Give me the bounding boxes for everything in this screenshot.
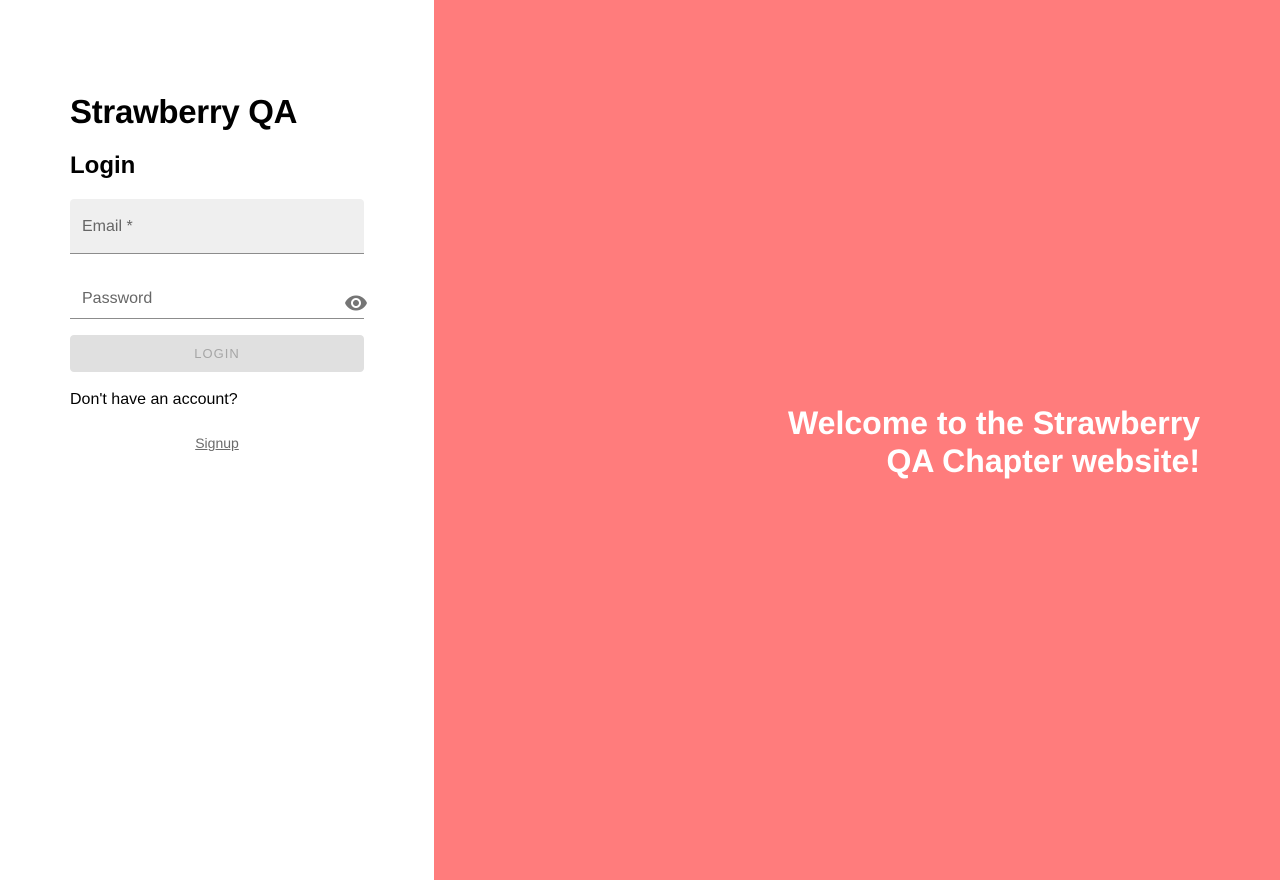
account-prompt: Don't have an account? [70,391,238,408]
login-page: Strawberry QA Login Email * Password LOG… [0,0,1280,880]
signup-link[interactable]: Signup [70,434,364,452]
password-input[interactable] [70,278,340,318]
hero-panel: Welcome to the Strawberry QA Chapter web… [434,0,1280,880]
form-heading: Login [70,152,136,179]
login-button[interactable]: LOGIN [70,335,364,372]
eye-icon[interactable] [344,292,368,314]
email-field[interactable]: Email * [70,199,364,254]
password-field[interactable]: Password [70,278,364,319]
welcome-message: Welcome to the Strawberry QA Chapter web… [788,405,1200,479]
app-title: Strawberry QA [70,93,298,130]
login-panel: Strawberry QA Login Email * Password LOG… [0,0,434,880]
email-input[interactable] [70,199,364,253]
